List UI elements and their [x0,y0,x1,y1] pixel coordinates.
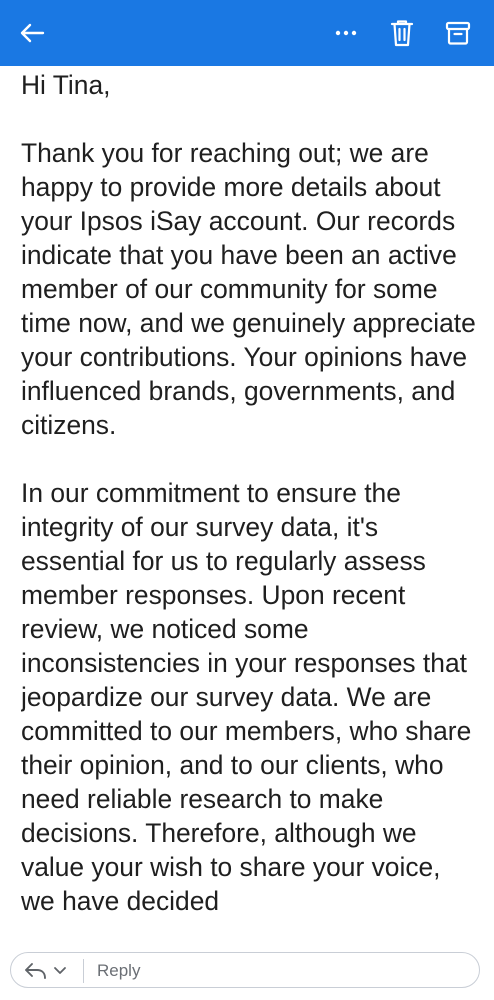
reply-options-button[interactable] [23,960,71,982]
paragraph: Thank you for reaching out; we are happy… [21,138,476,440]
archive-icon [445,21,471,45]
more-options-button[interactable] [328,14,364,52]
divider [83,959,84,983]
reply-arrow-icon [25,963,46,979]
chevron-down-icon [54,967,66,974]
trash-icon [390,20,414,47]
greeting: Hi Tina, [21,70,111,100]
back-arrow-icon [20,23,45,43]
top-toolbar [0,0,494,66]
reply-placeholder[interactable]: Reply [97,960,140,982]
reply-field[interactable]: Reply [10,952,480,988]
back-button[interactable] [14,14,50,52]
more-options-icon [335,30,357,36]
message-body: Hi Tina, Thank you for reaching out; we … [21,66,481,940]
delete-button[interactable] [384,14,420,52]
archive-button[interactable] [440,14,476,52]
paragraph: In our commitment to ensure the integrit… [21,478,472,916]
reply-bar: Reply [0,940,494,1000]
